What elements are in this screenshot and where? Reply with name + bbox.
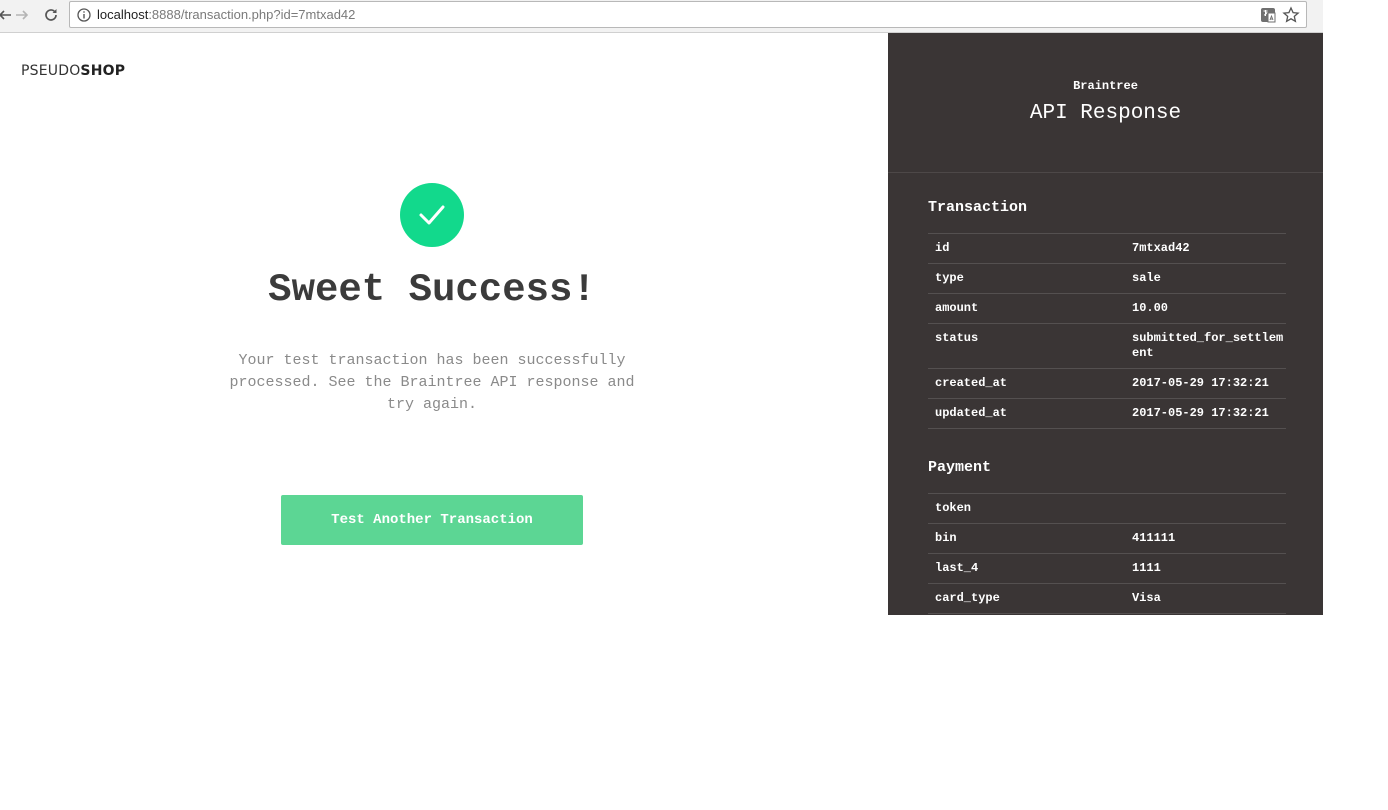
url-host: localhost — [97, 7, 149, 22]
payment-table: token bin 411111 last_4 1111 card_type Visa — [928, 493, 1286, 614]
success-headline: Sweet Success! — [268, 268, 596, 312]
table-row: card_type Visa — [928, 584, 1286, 614]
row-key: status — [935, 331, 979, 345]
row-value: 1111 — [1132, 561, 1161, 575]
forward-arrow-icon[interactable] — [11, 4, 33, 26]
brand-logo-light: PSEUDO — [21, 63, 81, 79]
row-key: created_at — [935, 376, 1008, 390]
table-row: id 7mtxad42 — [928, 234, 1286, 264]
bookmark-star-icon[interactable] — [1282, 6, 1300, 24]
row-value: Visa — [1132, 591, 1161, 605]
row-value — [1132, 501, 1286, 516]
row-key: card_type — [935, 591, 1000, 605]
table-row: status submitted_for_settlement — [928, 324, 1286, 369]
info-icon[interactable] — [77, 8, 91, 22]
row-value: submitted_for_settlement — [1132, 331, 1284, 360]
table-row: updated_at 2017-05-29 17:32:21 — [928, 399, 1286, 429]
row-key: id — [935, 241, 950, 255]
table-row: bin 411111 — [928, 524, 1286, 554]
url-text: localhost:8888/transaction.php?id=7mtxad… — [97, 7, 355, 22]
brand-logo-bold: SHOP — [80, 63, 126, 79]
row-value: 411111 — [1132, 531, 1176, 545]
transaction-table: id 7mtxad42 type sale amount 10.00 status su… — [928, 233, 1286, 429]
row-key: type — [935, 271, 964, 285]
address-bar[interactable]: localhost:8888/transaction.php?id=7mtxad… — [69, 1, 1307, 28]
row-key: token — [935, 501, 972, 515]
transaction-section-title: Transaction — [928, 199, 1028, 216]
row-value: sale — [1132, 271, 1161, 285]
table-row: token — [928, 494, 1286, 524]
table-row: last_4 1111 — [928, 554, 1286, 584]
row-key: updated_at — [935, 406, 1008, 420]
browser-toolbar: localhost:8888/transaction.php?id=7mtxad… — [0, 0, 1323, 33]
row-key: amount — [935, 301, 979, 315]
translate-icon[interactable] — [1260, 7, 1276, 23]
row-value: 2017-05-29 17:32:21 — [1132, 376, 1269, 390]
panel-eyebrow: Braintree — [1073, 79, 1138, 93]
payment-section-title: Payment — [928, 459, 992, 476]
row-value: 7mtxad42 — [1132, 241, 1190, 255]
row-key: last_4 — [935, 561, 979, 575]
panel-header: Braintree API Response — [888, 33, 1323, 173]
table-row: type sale — [928, 264, 1286, 294]
row-value: 2017-05-29 17:32:21 — [1132, 406, 1269, 420]
table-row: created_at 2017-05-29 17:32:21 — [928, 369, 1286, 399]
success-message: Your test transaction has been successfu… — [229, 352, 635, 413]
row-value: 10.00 — [1132, 301, 1169, 315]
api-response-panel: Braintree API Response Transaction id 7mt… — [888, 33, 1323, 615]
test-another-transaction-button[interactable]: Test Another Transaction — [281, 495, 583, 545]
brand-logo[interactable]: PSEUDOSHOP — [21, 63, 125, 79]
reload-icon[interactable] — [40, 4, 62, 26]
row-key: bin — [935, 531, 957, 545]
url-path: :8888/transaction.php?id=7mtxad42 — [148, 7, 356, 22]
success-check-icon — [400, 183, 464, 247]
table-row: amount 10.00 — [928, 294, 1286, 324]
panel-title: API Response — [1029, 102, 1182, 125]
